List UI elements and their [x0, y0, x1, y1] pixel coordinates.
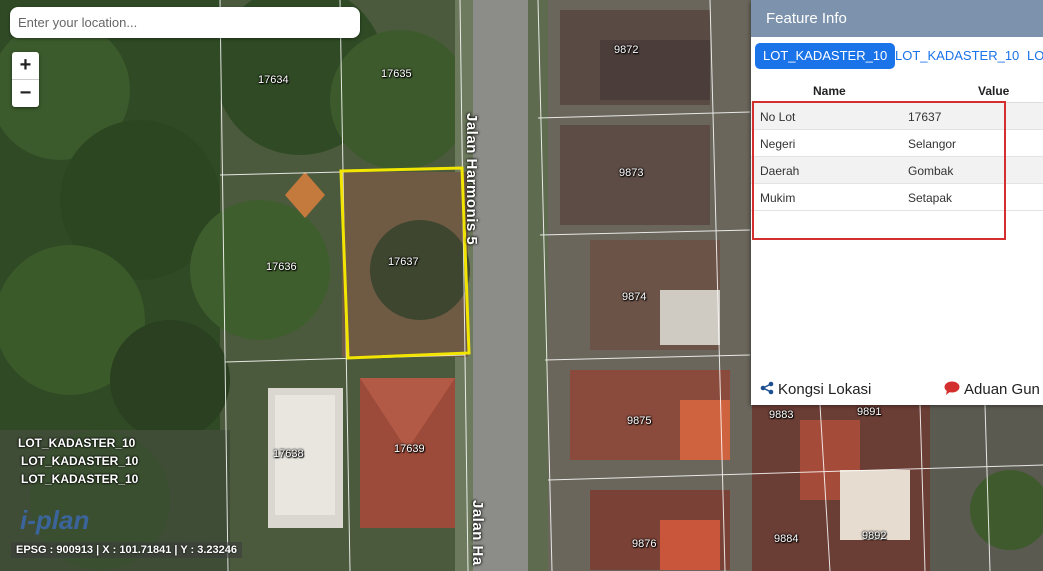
lot-label: 9874 — [622, 291, 647, 303]
lot-label: 9875 — [627, 415, 652, 427]
legend-item: LOT_KADASTER_10 — [21, 472, 139, 486]
lot-label: 9873 — [619, 167, 644, 179]
zoom-control: + − — [12, 52, 39, 107]
lot-label: 9891 — [857, 406, 882, 418]
share-location-link[interactable]: Kongsi Lokasi — [760, 381, 871, 398]
share-icon — [760, 381, 774, 395]
legend-item: LOT_KADASTER_10 — [18, 436, 136, 450]
lot-label: 17639 — [394, 443, 425, 455]
layer-legend: LOT_KADASTER_10 LOT_KADASTER_10 LOT_KADA… — [18, 434, 138, 488]
layer-tabs: LOT_KADASTER_10 LOT_KADASTER_10 LO — [751, 37, 1043, 71]
share-location-label: Kongsi Lokasi — [778, 381, 872, 398]
lot-label: 17635 — [381, 68, 412, 80]
comment-icon — [944, 381, 960, 395]
legend-item: LOT_KADASTER_10 — [21, 454, 139, 468]
brand-watermark: i-plan — [20, 505, 90, 535]
tab-lot-kadaster-1[interactable]: LOT_KADASTER_10 — [755, 43, 896, 69]
lot-label: 17634 — [258, 74, 289, 86]
column-header-value: Value — [978, 84, 1010, 98]
zoom-out-button[interactable]: − — [12, 79, 39, 107]
lot-label: 9872 — [614, 44, 639, 56]
lot-label: 9883 — [769, 409, 794, 421]
road-label: Jalan Harmonis 5 — [463, 113, 480, 246]
coordinate-readout: EPSG : 900913 | X : 101.71841 | Y : 3.23… — [11, 542, 243, 558]
feature-info-panel: Feature Info LOT_KADASTER_10 LOT_KADASTE… — [751, 0, 1043, 405]
panel-title: Feature Info — [751, 0, 1043, 37]
zoom-in-button[interactable]: + — [12, 52, 39, 79]
road-label: Jalan Ha — [469, 500, 486, 566]
report-label: Aduan Gun — [964, 381, 1040, 398]
tab-lot-kadaster-3[interactable]: LO — [1027, 43, 1043, 69]
lot-label: 9884 — [774, 533, 799, 545]
lot-label: 17637 — [388, 256, 419, 268]
column-header-name: Name — [813, 84, 846, 98]
table-header: Name Value — [751, 82, 1043, 103]
lot-label: 9892 — [862, 530, 887, 542]
lot-label: 9876 — [632, 538, 657, 550]
lot-label: 17636 — [266, 261, 297, 273]
report-link[interactable]: Aduan Gun — [944, 381, 1040, 398]
tab-lot-kadaster-2[interactable]: LOT_KADASTER_10 — [895, 43, 1019, 69]
lot-label: 17638 — [273, 448, 304, 460]
selection-highlight-box — [752, 101, 1006, 240]
location-search-input[interactable] — [10, 7, 360, 38]
